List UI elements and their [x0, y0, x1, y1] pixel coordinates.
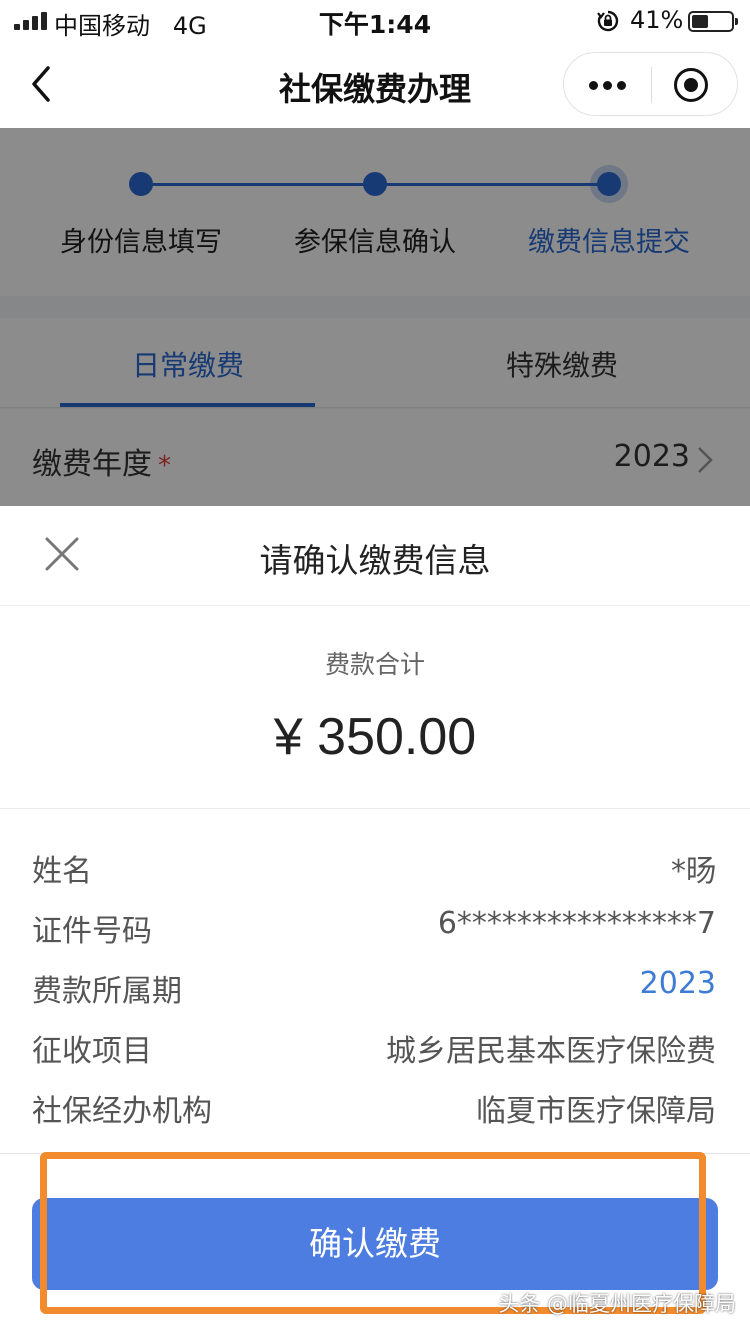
more-icon[interactable]: [564, 53, 651, 117]
capsule-divider: [651, 67, 652, 103]
detail-label: 证件号码: [32, 914, 152, 949]
mini-program-capsule: [563, 52, 738, 116]
status-bar: 中国移动 4G 下午1:44 41%: [0, 0, 750, 40]
nav-bar: 社保缴费办理: [0, 40, 750, 128]
detail-value: 6****************7: [437, 906, 716, 941]
detail-value: *旸: [671, 854, 716, 889]
detail-value: 城乡居民基本医疗保险费: [386, 1034, 716, 1069]
detail-value-period: 2023: [639, 966, 716, 1001]
battery-icon: [688, 11, 738, 32]
sheet-title: 请确认缴费信息: [259, 541, 491, 580]
detail-row-id-number: 证件号码 6****************7: [0, 896, 750, 956]
total-block: 费款合计 ¥ 350.00: [0, 607, 750, 809]
battery-percent: 41%: [630, 6, 684, 34]
detail-row-item: 征收项目 城乡居民基本医疗保险费: [0, 1016, 750, 1076]
detail-row-period: 费款所属期 2023: [0, 956, 750, 1016]
detail-label: 征收项目: [32, 1034, 152, 1069]
detail-list: 姓名 *旸 证件号码 6****************7 费款所属期 2023…: [0, 836, 750, 1136]
close-mini-program-icon[interactable]: [674, 68, 708, 102]
detail-value: 临夏市医疗保障局: [476, 1094, 716, 1129]
battery-fill: [692, 15, 708, 28]
detail-row-name: 姓名 *旸: [0, 836, 750, 896]
total-label: 费款合计: [324, 650, 425, 679]
detail-label: 费款所属期: [32, 974, 182, 1009]
detail-row-agency: 社保经办机构 临夏市医疗保障局: [0, 1076, 750, 1136]
detail-label: 社保经办机构: [32, 1094, 212, 1129]
sheet-header: 请确认缴费信息: [0, 506, 750, 606]
rotation-lock-icon: [597, 10, 619, 32]
modal-overlay[interactable]: [0, 128, 750, 506]
watermark: 头条 @临夏州医疗保障局: [498, 1292, 736, 1316]
confirm-sheet: 请确认缴费信息 费款合计 ¥ 350.00 姓名 *旸 证件号码 6******…: [0, 506, 750, 1334]
total-amount: ¥ 350.00: [273, 708, 477, 766]
detail-label: 姓名: [32, 854, 92, 889]
